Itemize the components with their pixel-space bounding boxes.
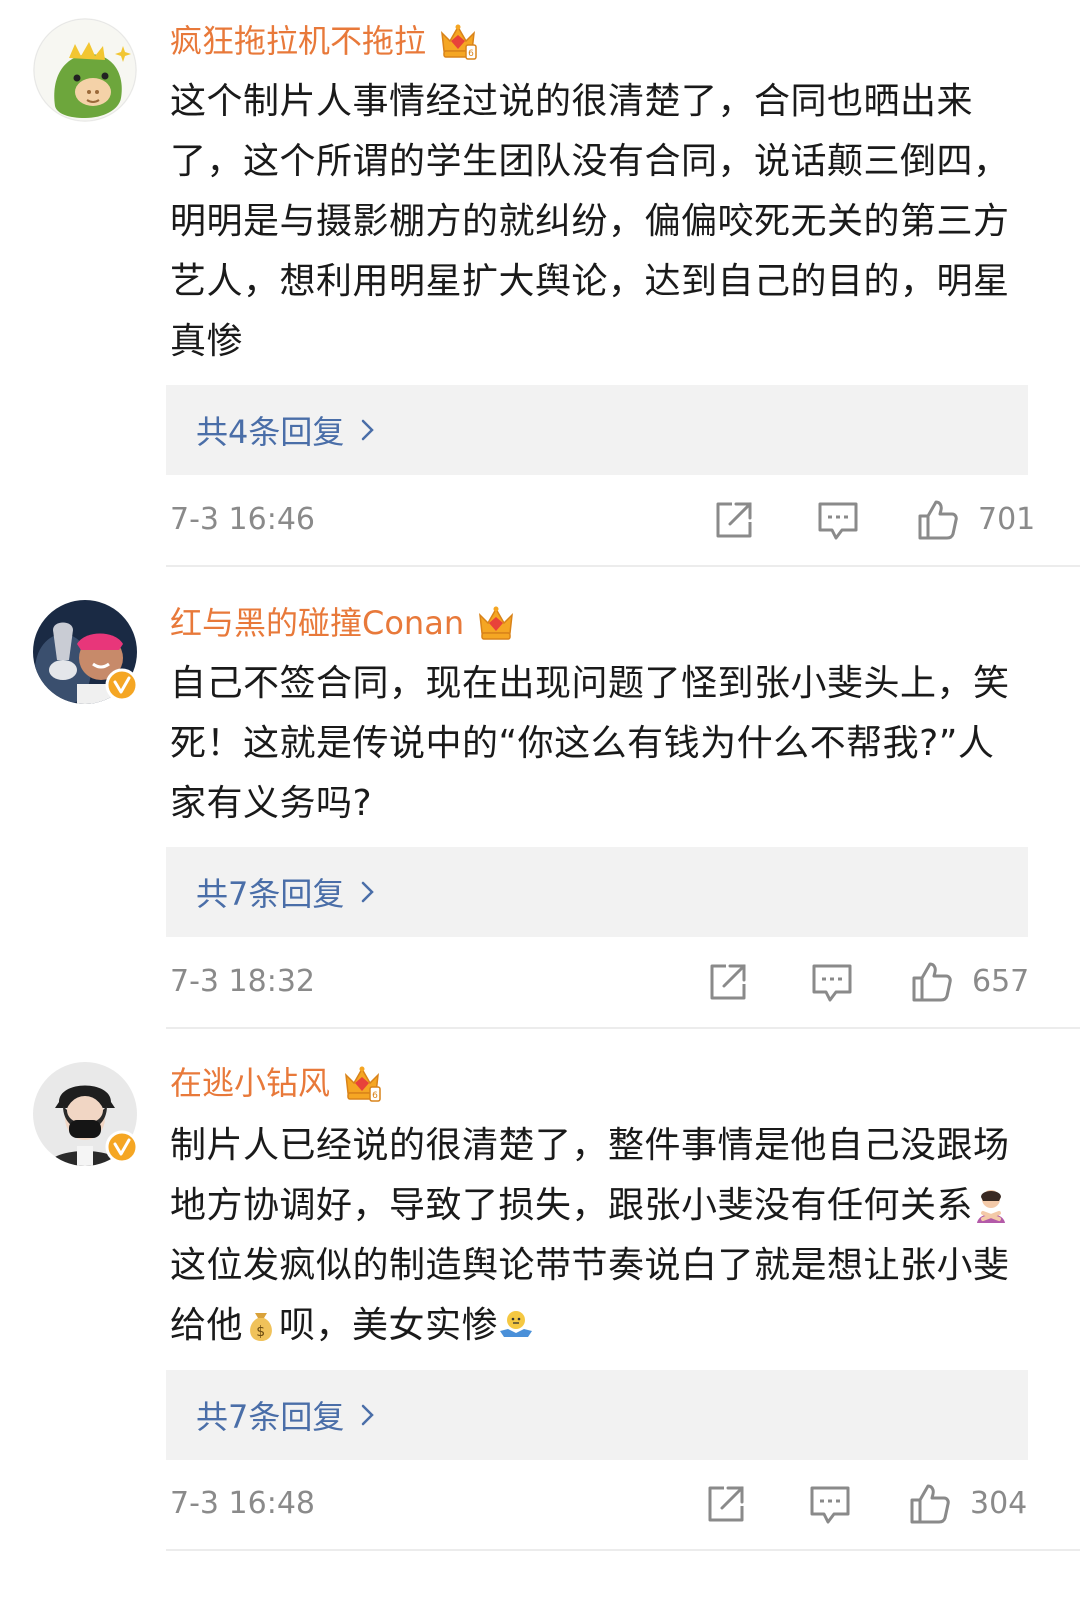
- comment-text-part: 呗，美女实惨: [279, 1305, 499, 1346]
- like-count: 657: [972, 964, 1030, 999]
- crown-badge-icon: 6: [441, 24, 477, 60]
- comment-meta: 7-3 18:32 657: [170, 952, 1030, 1012]
- comment-meta: 7-3 16:48 304: [170, 1474, 1030, 1534]
- crown-badge-icon: 6: [345, 1066, 381, 1102]
- comment-icon[interactable]: [810, 960, 854, 1004]
- comment-text: 制片人已经说的很清楚了，整件事情是他自己没跟场地方协调好，导致了损失，跟张小斐没…: [170, 1116, 1030, 1356]
- dinosaur-avatar-icon: [33, 18, 137, 122]
- svg-text:$: $: [256, 1324, 265, 1340]
- chevron-right-icon: [362, 419, 375, 441]
- like-icon[interactable]: [910, 960, 954, 1004]
- like-count: 701: [978, 502, 1036, 537]
- username-row: 在逃小钻风 6: [170, 1058, 384, 1108]
- username-row: 疯狂拖拉机不拖拉 6: [170, 16, 480, 66]
- timestamp: 7-3 16:48: [170, 1486, 315, 1521]
- comment-text: 自己不签合同，现在出现问题了怪到张小斐头上，笑死！这就是传说中的“你这么有钱为什…: [170, 663, 1010, 824]
- comment-icon[interactable]: [816, 498, 860, 542]
- view-replies-button[interactable]: 共7条回复: [166, 1370, 1028, 1460]
- share-icon[interactable]: [706, 960, 750, 1004]
- username-row: 红与黑的碰撞Conan: [170, 598, 518, 648]
- username[interactable]: 疯狂拖拉机不拖拉: [170, 16, 426, 66]
- comment-text-part: 制片人已经说的很清楚了，整件事情是他自己没跟场地方协调好，导致了损失，跟张小斐没…: [170, 1125, 1010, 1226]
- crown-badge-icon: [479, 606, 514, 640]
- verified-badge-icon: [105, 668, 139, 702]
- view-replies-button[interactable]: 共7条回复: [166, 847, 1028, 937]
- replies-count-label: 共7条回复: [196, 875, 345, 913]
- timestamp: 7-3 16:46: [170, 502, 315, 537]
- divider: [166, 1027, 1080, 1029]
- like-icon[interactable]: [908, 1482, 952, 1526]
- username[interactable]: 红与黑的碰撞Conan: [170, 598, 464, 648]
- share-icon[interactable]: [704, 1482, 748, 1526]
- share-icon[interactable]: [712, 498, 756, 542]
- divider: [166, 565, 1080, 567]
- like-icon[interactable]: [916, 498, 960, 542]
- like-count: 304: [970, 1486, 1028, 1521]
- comment-icon[interactable]: [808, 1482, 852, 1526]
- username[interactable]: 在逃小钻风: [170, 1058, 330, 1108]
- svg-text:6: 6: [468, 49, 474, 59]
- view-replies-button[interactable]: 共4条回复: [166, 385, 1028, 475]
- avatar[interactable]: [33, 600, 139, 704]
- svg-text:6: 6: [372, 1091, 378, 1101]
- money-bag-emoji-icon: $: [250, 1313, 272, 1341]
- avatar[interactable]: [33, 1062, 139, 1166]
- avatar[interactable]: [33, 18, 137, 122]
- divider: [166, 1549, 1080, 1551]
- comment-meta: 7-3 16:46 701: [170, 490, 1035, 550]
- verified-badge-icon: [105, 1130, 139, 1164]
- replies-count-label: 共4条回复: [196, 413, 345, 451]
- timestamp: 7-3 18:32: [170, 964, 315, 999]
- comment-text: 这个制片人事情经过说的很清楚了，合同也晒出来了，这个所谓的学生团队没有合同，说话…: [170, 81, 1010, 362]
- chevron-right-icon: [362, 881, 375, 903]
- replies-count-label: 共7条回复: [196, 1398, 345, 1436]
- shrug-emoji-icon: [500, 1311, 533, 1337]
- facepalm-emoji-icon: [977, 1190, 1006, 1223]
- chevron-right-icon: [362, 1404, 375, 1426]
